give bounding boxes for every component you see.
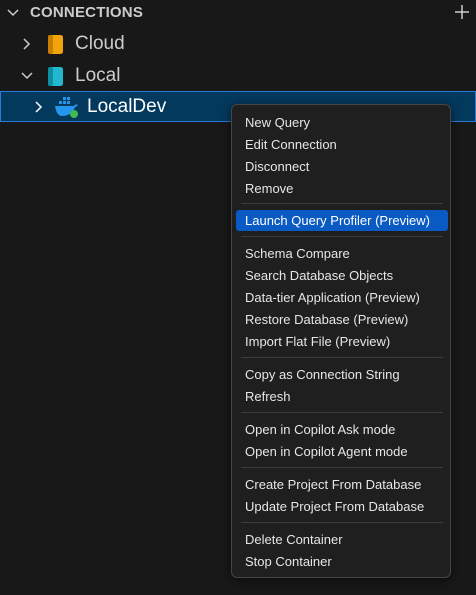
menu-separator — [241, 522, 443, 523]
database-icon — [48, 67, 63, 86]
chevron-right-icon[interactable] — [32, 100, 46, 114]
menu-item-schema-compare[interactable]: Schema Compare — [236, 243, 448, 264]
menu-item-restore-database[interactable]: Restore Database (Preview) — [236, 309, 448, 330]
menu-item-copilot-agent[interactable]: Open in Copilot Agent mode — [236, 441, 448, 462]
menu-item-edit-connection[interactable]: Edit Connection — [236, 134, 448, 155]
menu-item-refresh[interactable]: Refresh — [236, 386, 448, 407]
tree-item-cloud[interactable]: Cloud — [0, 28, 476, 60]
menu-separator — [241, 467, 443, 468]
context-menu: New Query Edit Connection Disconnect Rem… — [231, 104, 451, 578]
menu-separator — [241, 236, 443, 237]
tree-item-label: LocalDev — [87, 96, 167, 117]
chevron-down-icon[interactable] — [20, 69, 34, 83]
menu-item-stop-container[interactable]: Stop Container — [236, 551, 448, 572]
menu-item-disconnect[interactable]: Disconnect — [236, 156, 448, 177]
menu-separator — [241, 357, 443, 358]
chevron-down-icon[interactable] — [6, 6, 20, 20]
connections-section-header[interactable]: CONNECTIONS — [0, 0, 476, 26]
chevron-right-icon[interactable] — [20, 37, 34, 51]
menu-separator — [241, 412, 443, 413]
menu-item-search-database-objects[interactable]: Search Database Objects — [236, 265, 448, 286]
plus-icon[interactable] — [453, 3, 471, 21]
menu-item-delete-container[interactable]: Delete Container — [236, 529, 448, 550]
docker-icon — [55, 97, 78, 118]
menu-item-new-query[interactable]: New Query — [236, 112, 448, 133]
database-icon — [48, 35, 63, 54]
menu-item-remove[interactable]: Remove — [236, 178, 448, 199]
tree-item-label: Cloud — [75, 33, 125, 54]
section-title: CONNECTIONS — [30, 4, 144, 21]
connections-panel: CONNECTIONS Cloud Local LocalDev New Que… — [0, 0, 476, 595]
tree-item-local[interactable]: Local — [0, 60, 476, 92]
menu-item-copilot-ask[interactable]: Open in Copilot Ask mode — [236, 419, 448, 440]
menu-item-import-flat-file[interactable]: Import Flat File (Preview) — [236, 331, 448, 352]
menu-item-data-tier-application[interactable]: Data-tier Application (Preview) — [236, 287, 448, 308]
menu-separator — [241, 203, 443, 204]
menu-item-update-project[interactable]: Update Project From Database — [236, 496, 448, 517]
menu-item-create-project[interactable]: Create Project From Database — [236, 474, 448, 495]
menu-item-launch-query-profiler[interactable]: Launch Query Profiler (Preview) — [236, 210, 448, 231]
tree-item-label: Local — [75, 65, 121, 86]
menu-item-copy-connection-string[interactable]: Copy as Connection String — [236, 364, 448, 385]
